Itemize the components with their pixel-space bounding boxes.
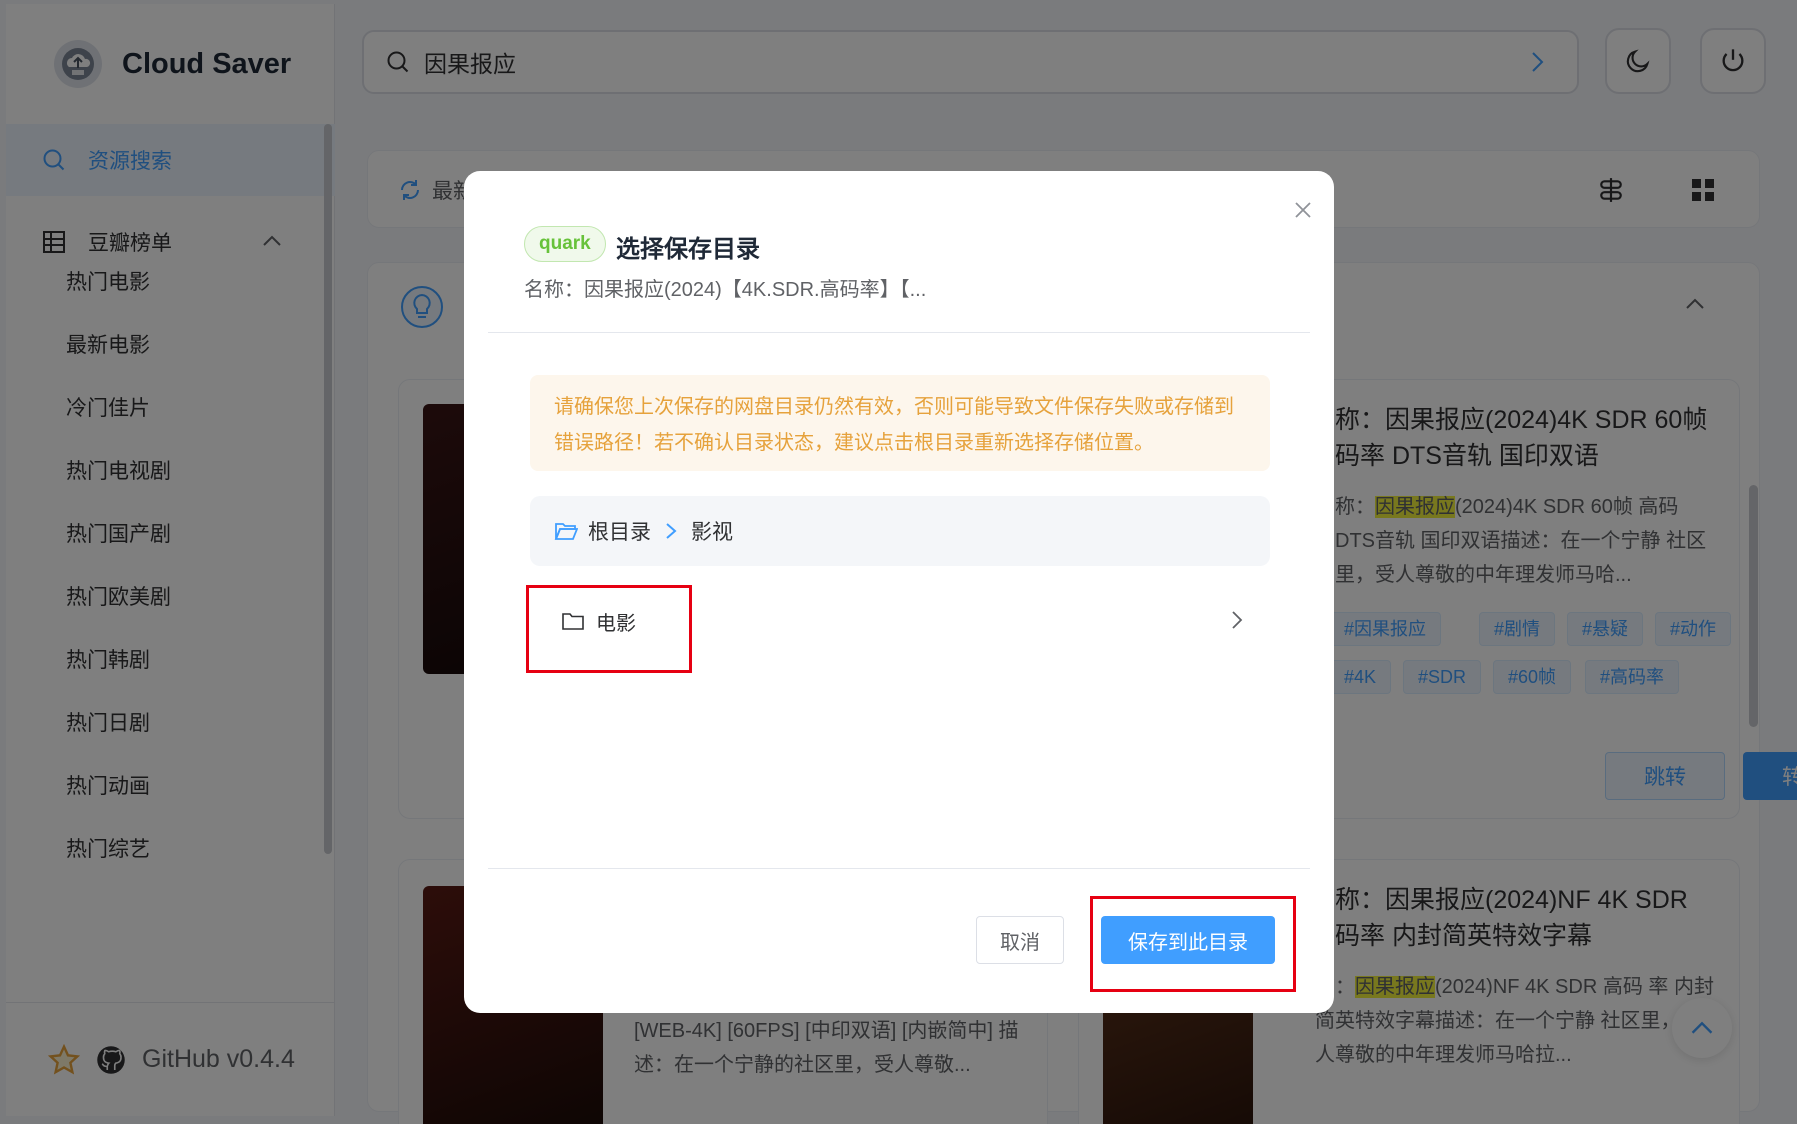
cancel-button[interactable]: 取消 (976, 916, 1064, 964)
warning-alert: 请确保您上次保存的网盘目录仍然有效，否则可能导致文件保存失败或存储到错误路径！若… (530, 375, 1270, 471)
chevron-right-icon[interactable] (1230, 609, 1244, 631)
folder-open-icon (554, 523, 578, 540)
breadcrumb: 根目录 影视 (530, 496, 1270, 566)
close-button[interactable] (1288, 195, 1318, 225)
dialog-title: 选择保存目录 (616, 236, 760, 263)
breadcrumb-root[interactable]: 根目录 (588, 516, 651, 546)
close-icon (1295, 202, 1311, 218)
save-directory-dialog: quark 选择保存目录 名称：因果报应(2024)【4K.SDR.高码率】【.… (464, 171, 1334, 1013)
resource-name: 名称：因果报应(2024)【4K.SDR.高码率】【... (524, 279, 927, 301)
annotation-box-folder (526, 585, 692, 673)
divider (488, 332, 1310, 333)
cloud-type-badge: quark (524, 226, 606, 262)
breadcrumb-current[interactable]: 影视 (691, 516, 733, 546)
divider (488, 868, 1310, 869)
annotation-box-save (1090, 896, 1296, 992)
chevron-right-icon (663, 522, 679, 540)
